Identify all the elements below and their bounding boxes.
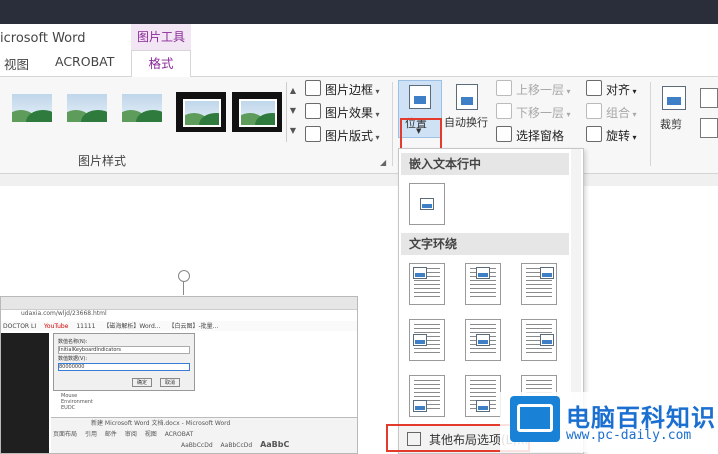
registry-tree: Mouse Environment EUDC: [61, 393, 93, 411]
wrap-option-top-right[interactable]: [521, 263, 557, 305]
picture-tools-label: 图片工具: [131, 24, 191, 50]
wrap-option-bottom-center[interactable]: [465, 375, 501, 417]
divider: [650, 82, 651, 166]
wrap-header: 文字环绕: [401, 233, 569, 255]
selection-pane-button[interactable]: 选择窗格: [496, 126, 564, 146]
picture-icon: [476, 267, 490, 279]
watermark-logo-icon: [510, 396, 560, 442]
height-icon: [700, 88, 718, 108]
watermark-url: www.pc-daily.com: [566, 428, 692, 443]
picture-icon: [413, 267, 427, 279]
picture-icon: [476, 400, 490, 412]
inline-header: 嵌入文本行中: [401, 153, 569, 175]
wrap-text-button[interactable]: 自动换行: [444, 80, 490, 136]
wrap-option-top-left[interactable]: [409, 263, 445, 305]
wrap-option-middle-left[interactable]: [409, 319, 445, 361]
border-icon: [305, 80, 321, 96]
wrap-option-bottom-left[interactable]: [409, 375, 445, 417]
wrap-option-middle-center[interactable]: [465, 319, 501, 361]
picture-icon: [540, 334, 554, 346]
window-top-bar: [0, 0, 718, 24]
picture-border-button[interactable]: 图片边框 ▾: [305, 80, 380, 100]
wrap-option-top-center[interactable]: [465, 263, 501, 305]
picture-style-thumb[interactable]: [63, 88, 111, 128]
picture-layout-button[interactable]: 图片版式 ▾: [305, 126, 380, 146]
wrap-option-inline[interactable]: [409, 183, 445, 225]
picture-style-thumb[interactable]: [118, 88, 166, 128]
more-styles-icon[interactable]: ▼: [287, 122, 299, 140]
rotate-icon: [586, 126, 602, 142]
blank-region: [211, 333, 357, 415]
tab-format[interactable]: 格式: [131, 50, 191, 78]
styles-scroll[interactable]: ▲ ▼ ▼: [286, 82, 299, 142]
bring-forward-button[interactable]: 上移一层 ▾: [496, 80, 571, 100]
picture-style-thumb[interactable]: [232, 92, 282, 132]
scroll-up-icon[interactable]: ▲: [287, 82, 299, 100]
embedded-screenshot[interactable]: udaxia.com/wljd/23668.html DOCTOR LI You…: [0, 296, 358, 454]
picture-icon: [413, 400, 427, 412]
tab-acrobat[interactable]: ACROBAT: [55, 54, 114, 69]
crop-icon: [662, 86, 686, 110]
picture-icon: [476, 334, 490, 346]
group-icon: [586, 103, 602, 119]
word-window: 新建 Microsoft Word 文档.docx - Microsoft Wo…: [51, 417, 357, 453]
bring-forward-icon: [496, 80, 512, 96]
crop-button[interactable]: 裁剪: [656, 80, 696, 136]
position-icon: [409, 85, 431, 109]
group-button[interactable]: 组合 ▾: [586, 103, 637, 123]
selection-pane-icon: [496, 126, 512, 142]
tab-view[interactable]: 视图: [4, 54, 29, 73]
width-icon: [700, 118, 718, 138]
effects-icon: [305, 103, 321, 119]
align-button[interactable]: 对齐 ▾: [586, 80, 637, 100]
group-label-picture-styles: 图片样式: [78, 154, 127, 168]
browser-tabs: [1, 297, 357, 310]
rotate-handle-icon[interactable]: [178, 270, 190, 282]
title-bar: [0, 24, 718, 50]
picture-icon: [420, 198, 434, 210]
picture-style-thumb[interactable]: [8, 88, 56, 128]
divider: [392, 82, 393, 166]
picture-icon: [413, 334, 427, 346]
app-title: icrosoft Word: [0, 31, 86, 46]
browser-bookmarks: DOCTOR LI YouTube 11111 【磁海解析】Word... 【白…: [1, 321, 357, 331]
dark-panel: [1, 333, 49, 453]
dialog-launcher-icon[interactable]: ◢: [380, 158, 386, 167]
wrap-option-middle-right[interactable]: [521, 319, 557, 361]
picture-icon: [540, 267, 554, 279]
rotate-button[interactable]: 旋转 ▾: [586, 126, 637, 146]
layout-icon: [305, 126, 321, 142]
browser-url: udaxia.com/wljd/23668.html: [1, 310, 357, 320]
registry-dialog: 数值名称(N): InitialKeyboardIndicators 数值数据(…: [53, 333, 195, 391]
scroll-down-icon[interactable]: ▼: [287, 102, 299, 120]
picture-style-thumb[interactable]: [176, 92, 226, 132]
wrap-text-icon: [456, 84, 478, 110]
align-icon: [586, 80, 602, 96]
send-backward-icon: [496, 103, 512, 119]
rotate-handle-stem: [183, 281, 184, 295]
picture-effects-button[interactable]: 图片效果 ▾: [305, 103, 380, 123]
send-backward-button[interactable]: 下移一层 ▾: [496, 103, 571, 123]
